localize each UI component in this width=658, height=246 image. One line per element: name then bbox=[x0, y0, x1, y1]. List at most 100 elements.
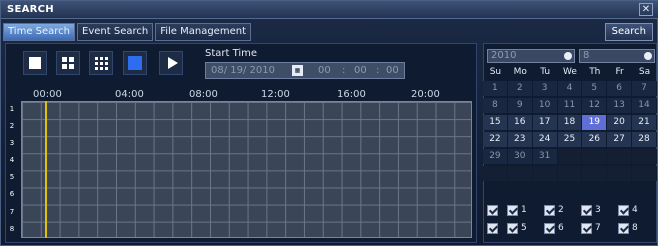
calendar-day[interactable]: 27 bbox=[607, 132, 633, 147]
checkbox-icon[interactable] bbox=[487, 222, 498, 234]
nine-view-icon[interactable] bbox=[89, 51, 113, 75]
calendar-day[interactable]: 4 bbox=[557, 81, 583, 96]
timeline-grid[interactable] bbox=[21, 101, 472, 238]
channel-checkbox[interactable] bbox=[487, 222, 507, 234]
calendar-day bbox=[557, 149, 583, 164]
checkbox-icon[interactable] bbox=[581, 222, 592, 234]
calendar-day[interactable]: 17 bbox=[532, 115, 558, 130]
weekday: We bbox=[562, 67, 577, 77]
calendar-day[interactable]: 26 bbox=[582, 132, 608, 147]
checkbox-icon[interactable] bbox=[581, 204, 592, 216]
channel-checkbox[interactable]: 5 bbox=[507, 222, 544, 234]
calendar-week-row: 15 16 17 18 19 20 21 bbox=[483, 115, 657, 132]
checkbox-icon[interactable] bbox=[507, 204, 518, 216]
channel-checkbox-label: 5 bbox=[521, 223, 527, 233]
channel-checkbox-label: 1 bbox=[521, 205, 527, 215]
calendar-day[interactable]: 23 bbox=[507, 132, 533, 147]
time-label-4: 16:00 bbox=[337, 89, 366, 100]
channel-labels: 1 2 3 4 5 6 7 8 bbox=[5, 101, 19, 238]
year-value: 2010 bbox=[491, 50, 517, 61]
play-icon[interactable] bbox=[159, 51, 183, 75]
calendar-day[interactable]: 25 bbox=[557, 132, 583, 147]
calendar-day bbox=[582, 166, 608, 181]
channel-label: 3 bbox=[9, 139, 15, 148]
quad-view-icon[interactable] bbox=[56, 51, 80, 75]
start-time-input[interactable]: 08/ 19/ 2010 ▦ 00 : 00 : 00 bbox=[205, 62, 405, 79]
start-time-label: Start Time bbox=[205, 48, 258, 59]
month-select[interactable]: 8 bbox=[579, 49, 655, 63]
calendar-day[interactable]: 20 bbox=[607, 115, 633, 130]
channel-checkbox[interactable]: 2 bbox=[544, 204, 581, 216]
close-icon[interactable]: ✕ bbox=[639, 3, 653, 16]
year-select[interactable]: 2010 bbox=[487, 49, 575, 63]
tab-time-search[interactable]: Time Search bbox=[3, 23, 76, 41]
calendar-day[interactable]: 29 bbox=[483, 149, 508, 164]
channel-checkbox[interactable]: 6 bbox=[544, 222, 581, 234]
channel-checkbox[interactable]: 3 bbox=[581, 204, 618, 216]
channel-checkbox[interactable]: 4 bbox=[618, 204, 655, 216]
channel-checkbox[interactable]: 8 bbox=[618, 222, 655, 234]
tab-file-management[interactable]: File Management bbox=[155, 23, 251, 41]
calendar-day[interactable]: 19 bbox=[582, 115, 608, 130]
calendar-icon[interactable]: ▦ bbox=[292, 65, 303, 76]
search-button[interactable]: Search bbox=[604, 23, 653, 41]
weekday: Th bbox=[589, 67, 601, 77]
channel-checkbox-label: 2 bbox=[558, 205, 564, 215]
checkbox-icon[interactable] bbox=[487, 204, 498, 216]
channel-checkbox[interactable] bbox=[487, 204, 507, 216]
record-timeline[interactable]: 00:00 04:00 08:00 12:00 16:00 20:00 1 2 … bbox=[10, 89, 472, 238]
channel-checkbox[interactable]: 1 bbox=[507, 204, 544, 216]
weekday: Fr bbox=[615, 67, 624, 77]
calendar-week-row: 29 30 31 bbox=[483, 149, 657, 166]
channel-checkbox-label: 3 bbox=[595, 205, 601, 215]
channel-checkbox[interactable]: 7 bbox=[581, 222, 618, 234]
time-label-3: 12:00 bbox=[261, 89, 290, 100]
calendar-week-row bbox=[483, 166, 657, 183]
calendar-day[interactable]: 28 bbox=[632, 132, 657, 147]
calendar-day[interactable]: 22 bbox=[483, 132, 508, 147]
calendar-day[interactable]: 16 bbox=[507, 115, 533, 130]
start-hour[interactable]: 00 bbox=[318, 65, 331, 76]
start-minute[interactable]: 00 bbox=[354, 65, 367, 76]
calendar-day[interactable]: 31 bbox=[532, 149, 558, 164]
start-date-value[interactable]: 08/ 19/ 2010 bbox=[211, 65, 275, 76]
calendar-day[interactable]: 8 bbox=[483, 98, 508, 113]
chevron-down-icon[interactable] bbox=[564, 52, 572, 60]
calendar-day[interactable]: 12 bbox=[582, 98, 608, 113]
calendar-days: 1 2 3 4 5 6 7 8 9 10 11 12 13 14 15 16 17 18 19 20 21 22 23 24 2… bbox=[483, 81, 657, 183]
calendar-day[interactable]: 15 bbox=[483, 115, 508, 130]
calendar-week-row: 22 23 24 25 26 27 28 bbox=[483, 132, 657, 149]
time-label-1: 04:00 bbox=[115, 89, 144, 100]
single-view-icon[interactable] bbox=[23, 51, 47, 75]
calendar-day[interactable]: 10 bbox=[532, 98, 558, 113]
calendar-day[interactable]: 2 bbox=[507, 81, 533, 96]
calendar-day[interactable]: 24 bbox=[532, 132, 558, 147]
calendar-day[interactable]: 1 bbox=[483, 81, 508, 96]
calendar-day[interactable]: 13 bbox=[607, 98, 633, 113]
checkbox-icon[interactable] bbox=[618, 222, 629, 234]
channel-checkbox-label: 7 bbox=[595, 223, 601, 233]
time-label-2: 08:00 bbox=[189, 89, 218, 100]
calendar-day[interactable]: 21 bbox=[632, 115, 657, 130]
tab-event-search[interactable]: Event Search bbox=[77, 23, 154, 41]
calendar-day[interactable]: 14 bbox=[632, 98, 657, 113]
tab-bar: Time Search Event Search File Management bbox=[3, 23, 251, 41]
sixteen-view-icon[interactable] bbox=[123, 51, 147, 75]
time-cursor[interactable] bbox=[45, 101, 47, 238]
calendar-day[interactable]: 5 bbox=[582, 81, 608, 96]
checkbox-icon[interactable] bbox=[618, 204, 629, 216]
checkbox-icon[interactable] bbox=[507, 222, 518, 234]
calendar-day[interactable]: 3 bbox=[532, 81, 558, 96]
checkbox-icon[interactable] bbox=[544, 204, 555, 216]
checkbox-icon[interactable] bbox=[544, 222, 555, 234]
calendar-day[interactable]: 9 bbox=[507, 98, 533, 113]
chevron-down-icon[interactable] bbox=[644, 52, 652, 60]
calendar-day[interactable]: 30 bbox=[507, 149, 533, 164]
start-second[interactable]: 00 bbox=[386, 65, 399, 76]
calendar-day[interactable]: 6 bbox=[607, 81, 633, 96]
calendar-day[interactable]: 18 bbox=[557, 115, 583, 130]
channel-checkbox-label: 8 bbox=[632, 223, 638, 233]
calendar-day[interactable]: 7 bbox=[632, 81, 657, 96]
calendar-day[interactable]: 11 bbox=[557, 98, 583, 113]
calendar-day bbox=[582, 149, 608, 164]
